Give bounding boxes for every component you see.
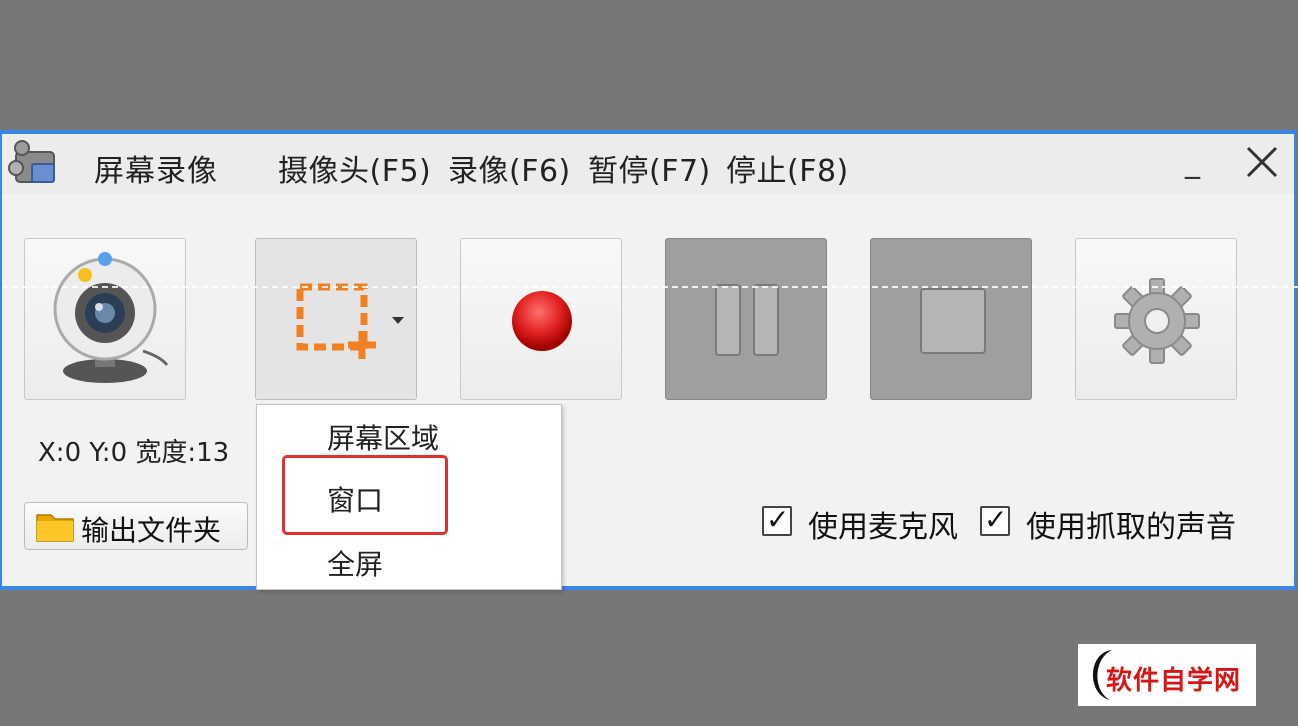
- menu-camera[interactable]: 摄像头(F5): [278, 146, 431, 190]
- menu-stop[interactable]: 停止(F8): [726, 146, 849, 190]
- watermark-text: 软件自学网: [1106, 666, 1242, 696]
- camcorder-icon: [8, 140, 55, 183]
- output-folder-button[interactable]: 输出文件夹: [24, 502, 248, 550]
- settings-button[interactable]: [1075, 238, 1237, 400]
- menu-item-screen-region[interactable]: 屏幕区域: [327, 417, 439, 457]
- stop-icon: [920, 288, 986, 354]
- coordinate-readout: X:0 Y:0 宽度:13: [38, 438, 230, 468]
- close-icon[interactable]: [1242, 142, 1282, 182]
- menu-item-window[interactable]: 窗口: [327, 479, 383, 519]
- gear-icon: [1114, 278, 1200, 364]
- watermark-logo: 软件自学网: [1078, 644, 1256, 706]
- menu-record[interactable]: 录像(F6): [448, 146, 571, 190]
- screen-recorder-window: 屏幕录像 摄像头(F5) 录像(F6) 暂停(F7) 停止(F8) _ X:0 …: [0, 130, 1298, 590]
- record-icon: [512, 291, 572, 351]
- use-captured-audio-label: 使用抓取的声音: [1026, 510, 1236, 545]
- use-captured-audio-checkbox[interactable]: ✓: [980, 503, 1010, 536]
- pause-icon: [715, 284, 779, 356]
- region-select-icon: [296, 283, 404, 359]
- stop-button[interactable]: [870, 238, 1032, 400]
- webcam-icon: [53, 252, 169, 383]
- minimize-button[interactable]: _: [1185, 146, 1200, 180]
- use-mic-label: 使用麦克风: [808, 510, 958, 545]
- region-select-button[interactable]: [255, 238, 417, 400]
- menu-item-fullscreen[interactable]: 全屏: [327, 543, 383, 583]
- use-mic-checkbox[interactable]: ✓: [762, 503, 792, 536]
- check-icon: ✓: [766, 503, 790, 536]
- menu-pause[interactable]: 暂停(F7): [588, 146, 711, 190]
- check-icon: ✓: [984, 503, 1008, 536]
- pause-button[interactable]: [665, 238, 827, 400]
- record-button[interactable]: [460, 238, 622, 400]
- webcam-button[interactable]: [24, 238, 186, 400]
- window-title: 屏幕录像: [94, 154, 218, 189]
- title-bar: 屏幕录像 摄像头(F5) 录像(F6) 暂停(F7) 停止(F8) _: [2, 134, 1294, 194]
- guide-line: [2, 286, 1298, 288]
- output-folder-label: 输出文件夹: [81, 514, 222, 547]
- folder-icon: [36, 514, 74, 542]
- capture-mode-menu: 屏幕区域 窗口 全屏: [256, 404, 562, 590]
- chevron-down-icon: [392, 317, 404, 324]
